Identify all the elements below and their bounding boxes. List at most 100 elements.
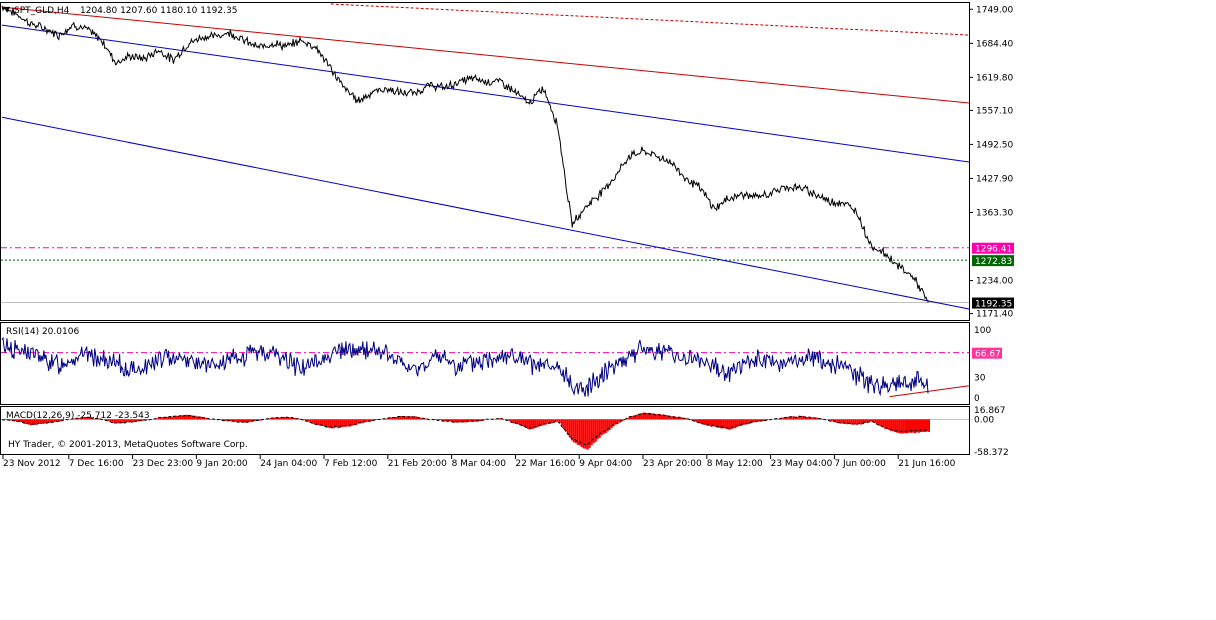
price-y-tick-label: 1492.50 [976, 140, 1013, 150]
macd-bar [293, 417, 296, 420]
macd-bar [704, 419, 707, 425]
macd-bar [498, 418, 501, 420]
macd-bar [479, 419, 481, 422]
x-tick-label: 23 May 04:00 [771, 459, 833, 469]
macd-bar [249, 419, 252, 422]
x-tick-label: 23 Dec 23:00 [133, 459, 194, 469]
macd-bar [856, 419, 859, 425]
copyright-label: HY Trader, © 2001-2013, MetaQuotes Softw… [8, 440, 248, 450]
macd-bar [586, 419, 589, 450]
macd-bar [185, 414, 188, 420]
chart-symbol-label: SPT_GLD,H4 [14, 6, 70, 16]
price-y-tick-label: 1684.40 [976, 39, 1013, 49]
macd-bar [928, 419, 930, 432]
x-tick-label: 23 Nov 2012 [3, 459, 61, 469]
macd-bar [229, 419, 232, 422]
macd-bar [748, 419, 751, 424]
macd-bar [395, 417, 398, 420]
macd-bar [590, 419, 593, 445]
macd-bar [536, 419, 539, 428]
x-tick-label: 9 Jan 20:00 [196, 459, 248, 469]
macd-bar [512, 419, 515, 424]
macd-bar [576, 419, 579, 445]
price-y-tick-label: 1427.90 [976, 174, 1013, 184]
macd-bar [762, 419, 765, 421]
macd-bar [313, 419, 316, 425]
macd-bar [317, 419, 320, 425]
macd-bar [351, 419, 354, 426]
macd-bar [566, 419, 569, 435]
macd-bar [728, 419, 731, 430]
x-tick-label: 8 May 12:00 [707, 459, 763, 469]
macd-bar [508, 419, 511, 421]
level-badge-label-1192.35: 1192.35 [975, 300, 1012, 310]
macd-bar [734, 419, 737, 429]
chart-ohlc-label: 1204.80 1207.60 1180.10 1192.35 [80, 6, 237, 16]
macd-bar [622, 419, 625, 421]
price-pane [0, 2, 970, 321]
macd-bar [175, 415, 178, 420]
macd-bar [714, 419, 717, 427]
level-badge-label-1272.83: 1272.83 [975, 257, 1012, 267]
macd-bar [806, 417, 809, 420]
rsi-label: RSI(14) 20.0106 [6, 327, 79, 337]
x-tick-label: 8 Mar 04:00 [452, 459, 507, 469]
x-tick-label: 9 Apr 04:00 [579, 459, 632, 469]
price-y-tick-label: 1749.00 [976, 5, 1013, 15]
rsi-y-tick-label: 100 [974, 326, 991, 336]
price-y-tick-label: 1171.40 [976, 310, 1013, 320]
macd-bar [752, 419, 755, 423]
x-tick-label: 7 Jun 00:00 [834, 459, 886, 469]
x-tick-label: 21 Jun 16:00 [898, 459, 955, 469]
macd-bar [562, 419, 565, 430]
macd-bar [636, 414, 639, 420]
macd-bar [680, 417, 683, 420]
macd-bar [598, 419, 601, 438]
macd-bar [425, 418, 428, 420]
macd-bar [405, 416, 408, 420]
macd-bar [469, 419, 471, 422]
macd-bar [556, 419, 559, 422]
rsi-y-tick-label: 30 [974, 374, 986, 384]
rsi-level-badge-label: 66.67 [975, 350, 1001, 360]
macd-bar [435, 419, 438, 420]
x-tick-label: 7 Feb 12:00 [324, 459, 378, 469]
macd-bar [323, 419, 326, 427]
rsi-y-tick-label: 0 [974, 394, 980, 404]
macd-bar [888, 419, 891, 430]
macd-bar [171, 416, 174, 420]
macd-bar [459, 419, 461, 423]
macd-bar [526, 419, 529, 429]
macd-bar [361, 419, 364, 424]
macd-bar [572, 419, 575, 443]
macd-label: MACD(12,26,9) -25.712 -23.543 [6, 411, 150, 421]
macd-bar [522, 419, 525, 427]
price-y-tick-label: 1234.00 [976, 277, 1013, 287]
macd-bar [239, 419, 242, 423]
macd-bar [594, 419, 597, 442]
level-badge-label-1296.41: 1296.41 [975, 245, 1012, 255]
time-x-axis: 23 Nov 2012 7 Dec 16:00 23 Dec 23:00 9 Jan … [2, 455, 956, 469]
rsi-y-axis: 100 66.67 30 0 [972, 326, 1002, 404]
x-tick-label: 7 Dec 16:00 [69, 459, 124, 469]
macd-bar [670, 416, 673, 420]
price-y-tick-label: 1557.10 [976, 106, 1013, 116]
macd-bar [415, 416, 418, 420]
chart-menu-icon[interactable]: ▼ [4, 5, 11, 14]
x-tick-label: 23 Apr 20:00 [643, 459, 702, 469]
macd-y-axis: 16.8670.00-58.372 [974, 406, 1009, 458]
macd-bar [860, 419, 863, 425]
macd-bar [874, 419, 877, 424]
macd-bar [850, 419, 853, 425]
x-tick-label: 24 Jan 04:00 [260, 459, 317, 469]
macd-bar [816, 417, 819, 420]
x-tick-label: 22 Mar 16:00 [515, 459, 575, 469]
macd-bar [922, 419, 924, 432]
macd-y-tick-label: -58.372 [974, 448, 1009, 458]
price-y-tick-label: 1619.80 [976, 73, 1013, 83]
macd-bar [560, 419, 563, 426]
macd-y-tick-label: 0.00 [974, 415, 994, 425]
x-tick-label: 21 Feb 20:00 [388, 459, 447, 469]
macd-bar [303, 419, 306, 421]
macd-bar [327, 419, 330, 428]
